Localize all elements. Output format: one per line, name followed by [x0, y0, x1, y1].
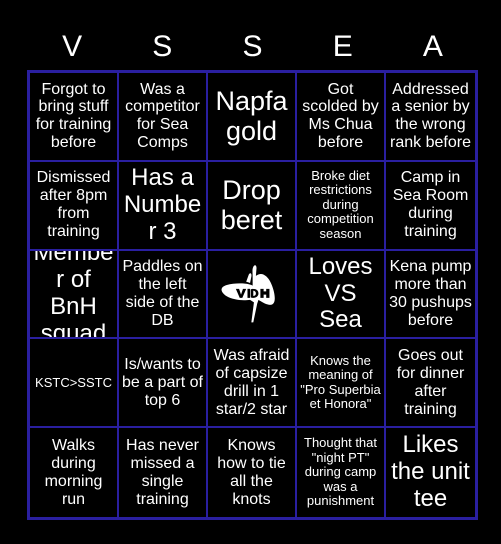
bingo-cell-label: Was afraid of capsize drill in 1 star/2 … [213, 346, 290, 418]
bingo-cell-label: Is/wants to be a part of top 6 [122, 355, 203, 409]
bingo-cell-label: Knows how to tie all the knots [217, 436, 286, 508]
bingo-cell[interactable]: Knows how to tie all the knots [208, 428, 297, 517]
bingo-cell[interactable]: Thought that "night PT" during camp was … [297, 428, 386, 517]
bingo-cell-label: KSTC>SSTC [35, 374, 112, 390]
bingo-cell[interactable]: Kena pump more than 30 pushups before [386, 250, 475, 340]
victoria-manta-ray-logo-icon [208, 251, 295, 338]
bingo-cell-label: Thought that "night PT" during camp was … [304, 435, 377, 509]
bingo-cell[interactable]: Knows the meaning of "Pro Superbia et Ho… [297, 339, 386, 429]
bingo-cell-label: Member of BnH squad [33, 250, 114, 340]
bingo-cell-label: Broke diet restrictions during competiti… [307, 167, 374, 242]
bingo-cell-label: Got scolded by Ms Chua before [302, 80, 379, 152]
bingo-cell-label: Has never missed a single training [126, 436, 199, 508]
bingo-cell-label: Forgot to bring stuff for training befor… [35, 80, 112, 152]
bingo-header-letter: S [152, 30, 173, 63]
bingo-cell-label: Kena pump more than 30 pushups before [389, 258, 472, 329]
bingo-card: V S S E A Forgot to bring stuff for training… [0, 0, 501, 544]
bingo-cell[interactable]: Dismissed after 8pm from training [30, 161, 119, 251]
bingo-cell[interactable]: Likes the unit tee [386, 428, 475, 517]
bingo-cell[interactable]: Walks during morning run [30, 428, 119, 517]
bingo-cell[interactable]: Has a Number 3 [119, 161, 208, 251]
bingo-cell-label: Goes out for dinner after training [396, 346, 465, 418]
bingo-cell-label: Camp in Sea Room during training [392, 169, 469, 241]
bingo-header-letter: S [242, 30, 263, 63]
bingo-cell[interactable]: Member of BnH squad [30, 250, 119, 340]
bingo-cell-label: Loves VS Sea [308, 252, 373, 334]
bingo-cell-label: Knows the meaning of "Pro Superbia et Ho… [300, 352, 381, 412]
bingo-cell[interactable]: Is/wants to be a part of top 6 [119, 339, 208, 429]
bingo-cell[interactable]: Broke diet restrictions during competiti… [297, 161, 386, 251]
bingo-cell-label: Drop beret [220, 174, 283, 236]
bingo-cell[interactable]: Was afraid of capsize drill in 1 star/2 … [208, 339, 297, 429]
bingo-cell-label: Was a competitor for Sea Comps [125, 80, 200, 152]
bingo-grid: Forgot to bring stuff for training befor… [27, 70, 478, 520]
bingo-cell[interactable]: Paddles on the left side of the DB [119, 250, 208, 340]
bingo-cell[interactable]: Camp in Sea Room during training [386, 161, 475, 251]
bingo-cell-label: Likes the unit tee [391, 431, 470, 513]
bingo-cell[interactable]: Napfa gold [208, 73, 297, 162]
bingo-header-letter: A [422, 30, 443, 63]
bingo-cell[interactable]: Loves VS Sea [297, 250, 386, 340]
bingo-cell-label: Dismissed after 8pm from training [36, 169, 111, 241]
bingo-cell[interactable]: Was a competitor for Sea Comps [119, 73, 208, 162]
bingo-header-letter: V [62, 30, 83, 63]
bingo-cell[interactable]: Goes out for dinner after training [386, 339, 475, 429]
bingo-cell-label: Addressed a senior by the wrong rank bef… [390, 80, 471, 152]
bingo-header-letter: E [332, 30, 353, 63]
bingo-cell-label: Paddles on the left side of the DB [122, 258, 203, 329]
bingo-cell[interactable]: KSTC>SSTC [30, 339, 119, 429]
bingo-cell-label: Has a Number 3 [123, 163, 202, 245]
bingo-cell[interactable]: Drop beret [208, 161, 297, 251]
bingo-cell[interactable]: Addressed a senior by the wrong rank bef… [386, 73, 475, 162]
bingo-cell-label: Napfa gold [215, 86, 288, 147]
bingo-header-row: VSSEA [27, 26, 478, 68]
bingo-cell-free-space[interactable] [208, 250, 297, 340]
bingo-cell[interactable]: Forgot to bring stuff for training befor… [30, 73, 119, 162]
bingo-cell[interactable]: Got scolded by Ms Chua before [297, 73, 386, 162]
bingo-cell[interactable]: Has never missed a single training [119, 428, 208, 517]
bingo-cell-label: Walks during morning run [44, 436, 103, 508]
